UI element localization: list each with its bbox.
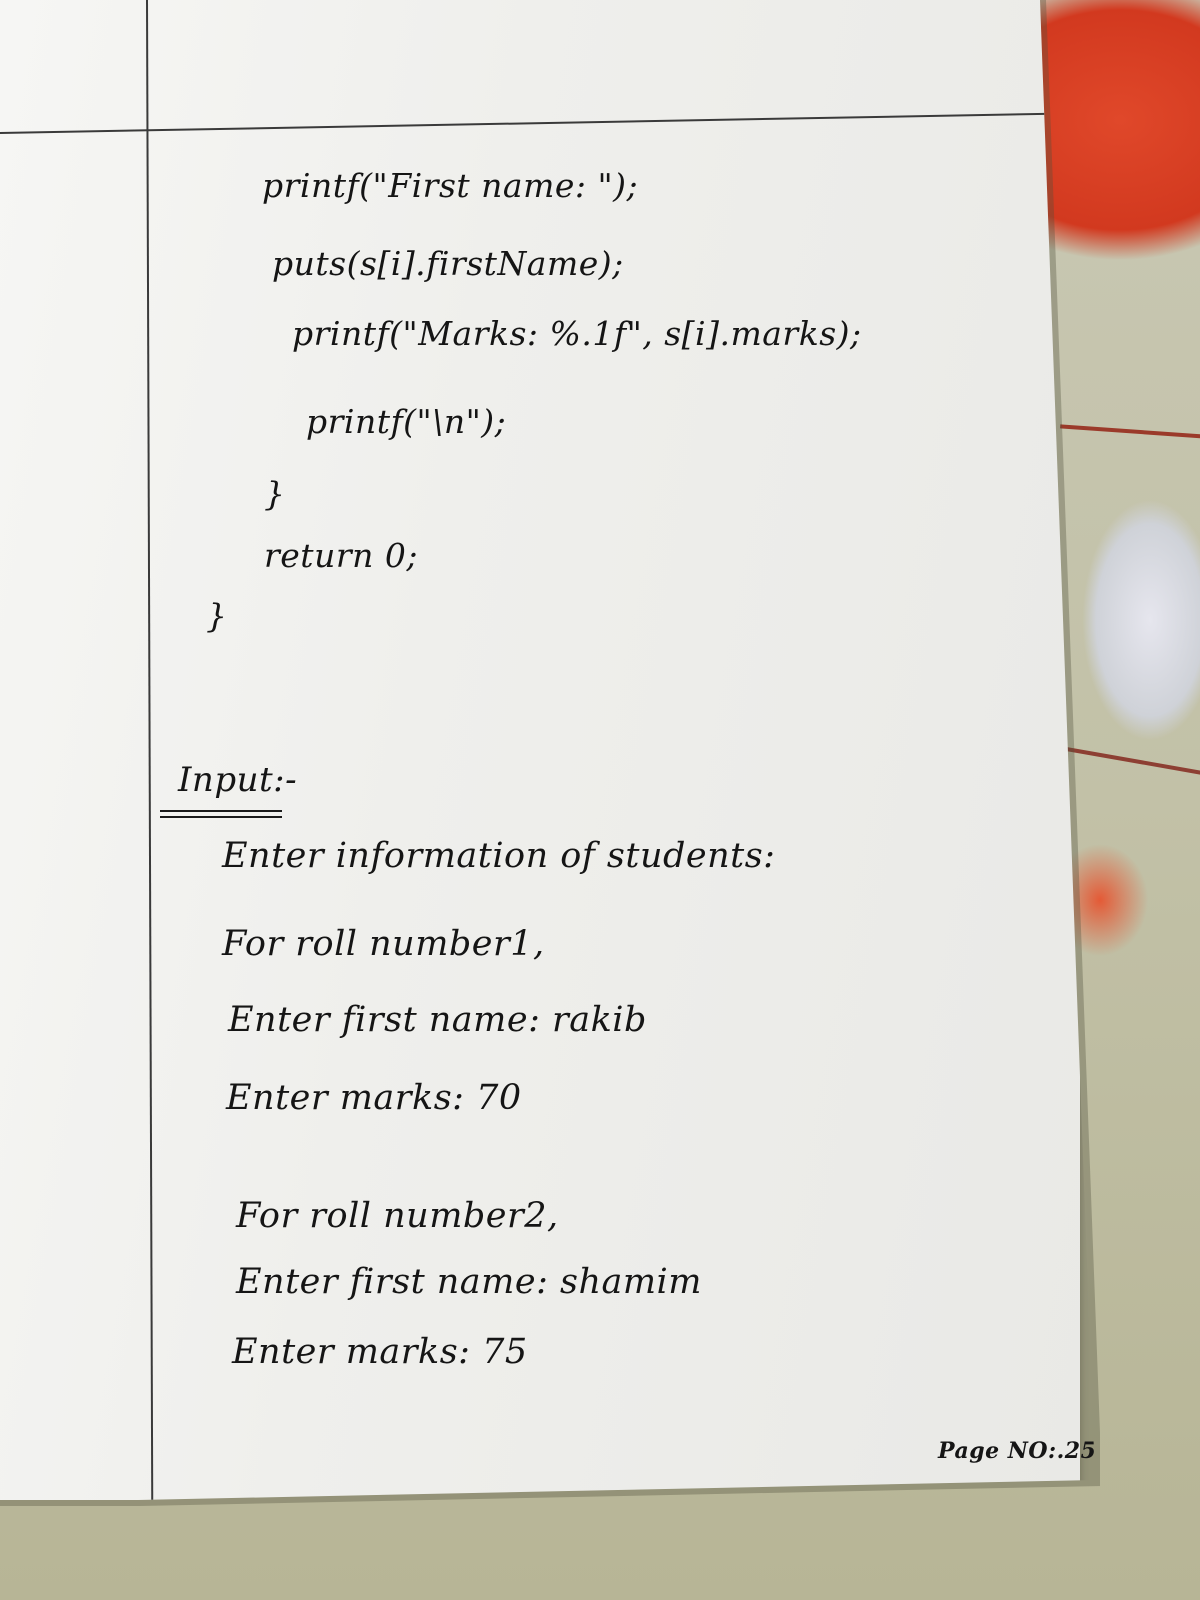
page-number: Page NO:.25 xyxy=(938,1438,1097,1464)
margin-line xyxy=(146,0,154,1500)
code-line-4: printf("\n"); xyxy=(306,402,507,441)
code-line-3: printf("Marks: %.1f", s[i].marks); xyxy=(292,314,862,353)
student-1-marks: Enter marks: 70 xyxy=(226,1078,522,1118)
heading-underline xyxy=(160,810,282,812)
fabric-stripe xyxy=(1060,746,1200,778)
student-1-first-name: Enter first name: rakib xyxy=(228,1000,647,1040)
student-1-roll: For roll number1, xyxy=(222,924,545,964)
student-2-first-name: Enter first name: shamim xyxy=(236,1262,702,1302)
heading-underline xyxy=(160,816,282,818)
code-line-2: puts(s[i].firstName); xyxy=(272,244,624,283)
input-intro: Enter information of students: xyxy=(222,836,776,876)
student-2-marks: Enter marks: 75 xyxy=(232,1332,528,1372)
code-line-7: } xyxy=(206,596,228,635)
code-line-1: printf("First name: "); xyxy=(262,166,639,205)
student-2-roll: For roll number2, xyxy=(236,1196,559,1236)
input-heading: Input:- xyxy=(178,760,298,800)
notebook-page: printf("First name: "); puts(s[i].firstN… xyxy=(0,0,1095,1500)
fabric-stripe xyxy=(1060,424,1200,440)
code-line-5: } xyxy=(264,474,286,513)
code-line-6: return 0; xyxy=(264,536,418,575)
header-line xyxy=(0,112,1045,134)
